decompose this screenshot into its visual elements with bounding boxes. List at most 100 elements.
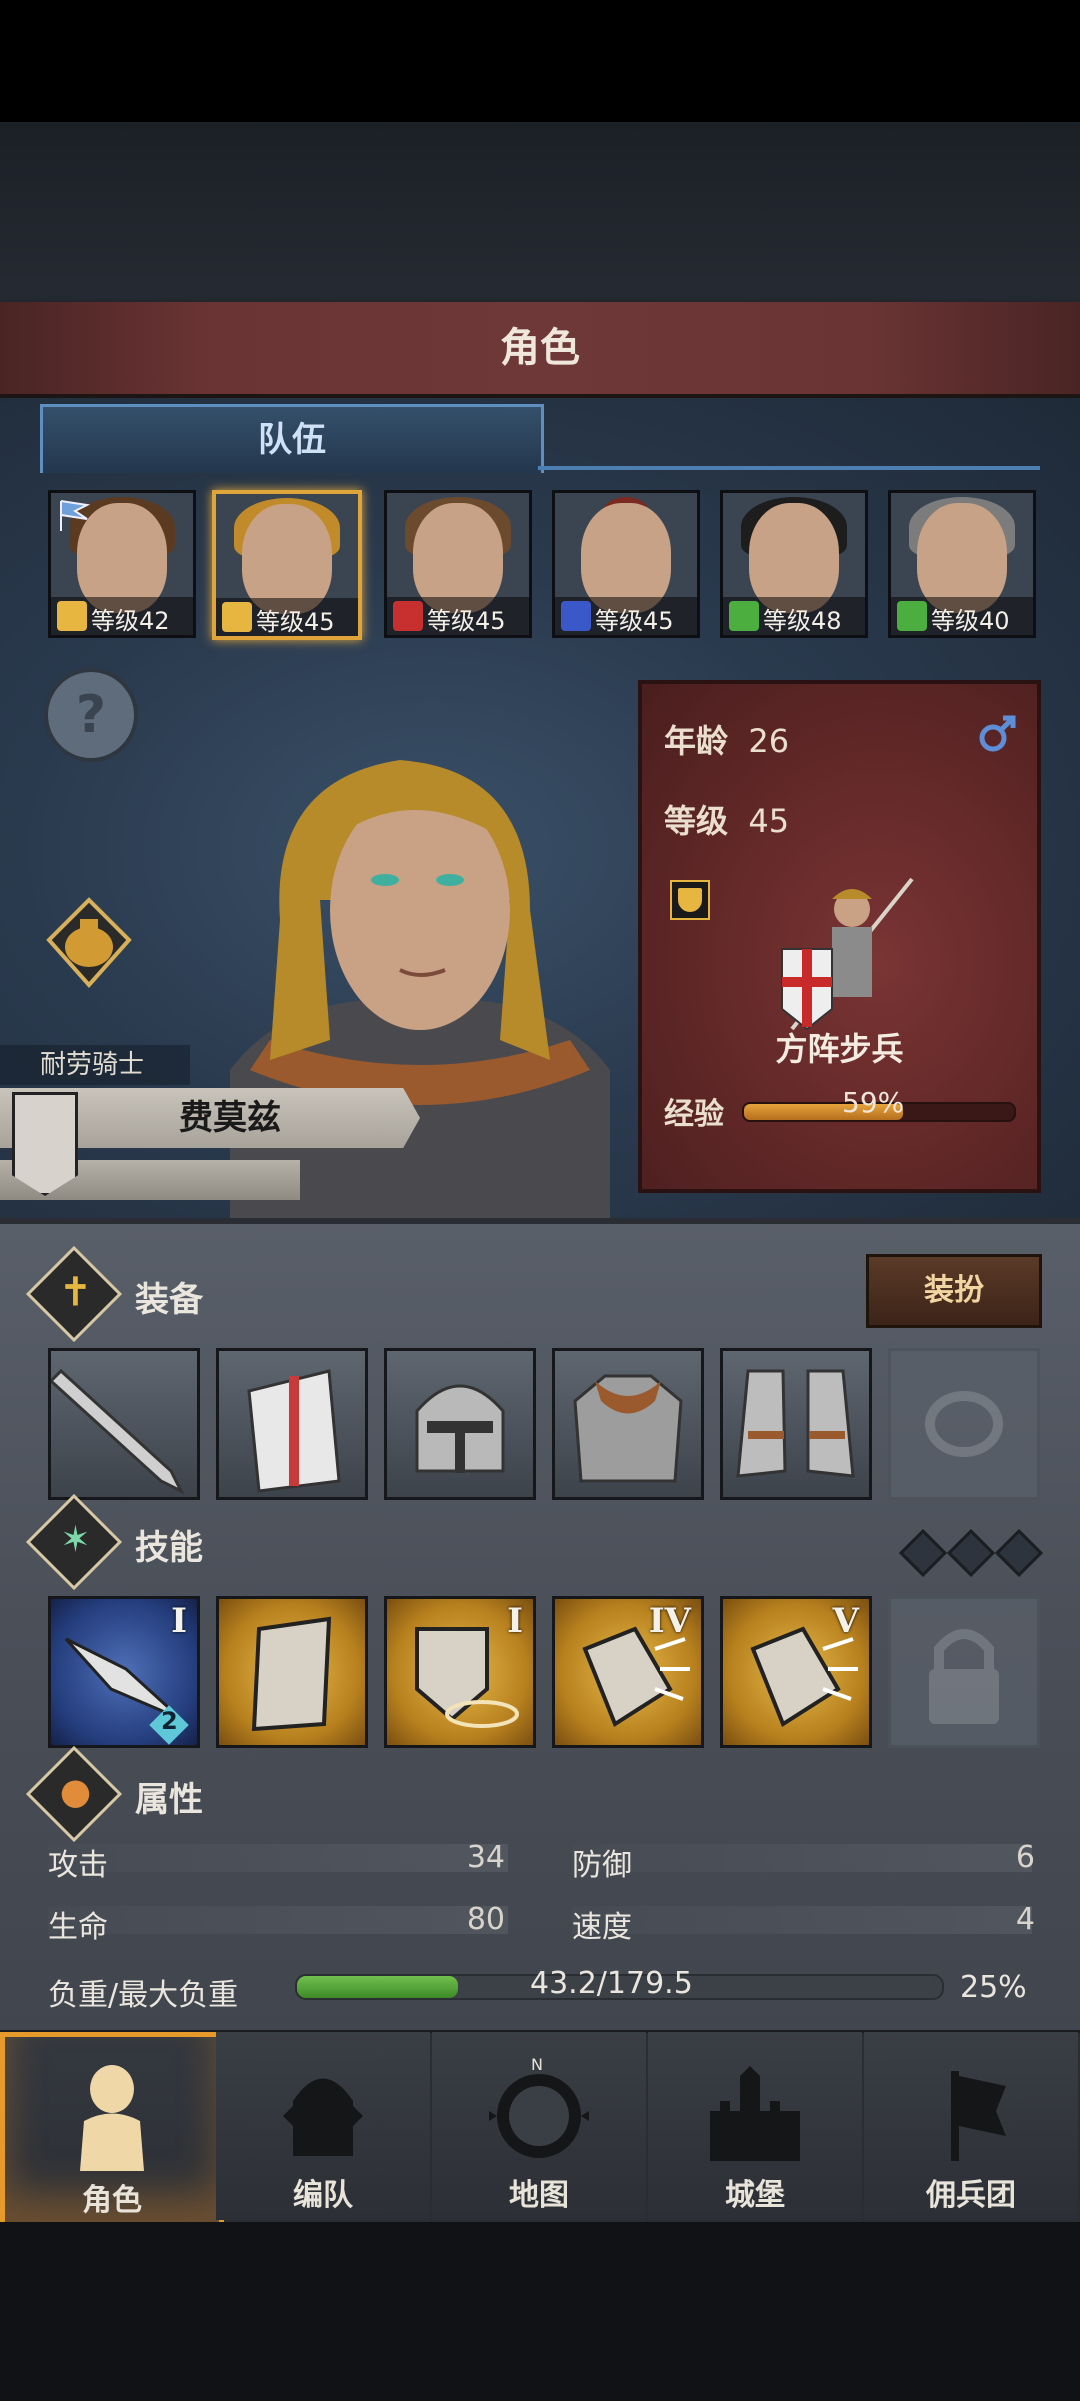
party-member-4[interactable]: 等级45 bbox=[552, 490, 700, 638]
compass-icon: N bbox=[489, 2056, 589, 2158]
skill-badge: 2 bbox=[161, 1707, 178, 1735]
party-level: 等级48 bbox=[763, 607, 842, 635]
load-value: 43.2/179.5 bbox=[530, 1966, 693, 2001]
potion-icon[interactable] bbox=[44, 895, 134, 990]
helmet-icon bbox=[415, 1384, 505, 1473]
boots-icon bbox=[736, 1369, 855, 1478]
person-icon: ● bbox=[25, 1745, 123, 1843]
nav-castle[interactable]: 城堡 bbox=[648, 2032, 862, 2220]
skill-tier: I bbox=[507, 1601, 523, 1641]
hp-label: 生命 bbox=[48, 1910, 108, 1945]
party-member-2[interactable]: 等级45 bbox=[212, 490, 362, 640]
skills-header: ✶ 技能 bbox=[25, 1493, 1040, 1591]
sword-icon bbox=[51, 1368, 185, 1495]
nav-label: 地图 bbox=[509, 2178, 569, 2213]
svg-text:N: N bbox=[531, 2056, 543, 2074]
skill-slot-3[interactable]: I bbox=[384, 1596, 536, 1748]
helmet-slot[interactable] bbox=[384, 1348, 536, 1500]
level-label: 等级 bbox=[664, 802, 729, 840]
nav-formation[interactable]: 编队 bbox=[216, 2032, 430, 2220]
info-card: 年龄 26 等级 45 方阵步兵 经验 59% bbox=[638, 680, 1041, 1193]
chainmail-icon bbox=[573, 1374, 683, 1483]
nav-label: 角色 bbox=[82, 2183, 142, 2218]
armor-slot[interactable] bbox=[552, 1348, 704, 1500]
knight-icon bbox=[80, 2065, 144, 2171]
horse-icon bbox=[393, 601, 423, 631]
defense-value: 6 bbox=[1015, 1840, 1035, 1875]
page-title: 角色 bbox=[500, 325, 580, 371]
exp-label: 经验 bbox=[664, 1097, 724, 1132]
shield-icon bbox=[247, 1369, 341, 1493]
nav-map[interactable]: N 地图 bbox=[432, 2032, 646, 2220]
skill-tier: I bbox=[171, 1601, 187, 1641]
load-label: 负重/最大负重 bbox=[48, 1978, 239, 2013]
shield-slot[interactable] bbox=[216, 1348, 368, 1500]
crossed-box-icon bbox=[897, 601, 927, 631]
load-percent: 25% bbox=[960, 1970, 1027, 2005]
title-bar: 角色 bbox=[0, 302, 1080, 398]
boots-slot[interactable] bbox=[720, 1348, 872, 1500]
attributes-title: 属性 bbox=[135, 1780, 203, 1820]
cross-icon: ✝ bbox=[25, 1245, 123, 1343]
castle-icon bbox=[710, 2066, 800, 2161]
helmet-icon bbox=[283, 2078, 363, 2156]
shield-icon bbox=[57, 601, 87, 631]
party-level: 等级45 bbox=[256, 608, 335, 636]
phalanx-soldier-icon bbox=[781, 877, 914, 1031]
party-level: 等级42 bbox=[91, 607, 170, 635]
star-icon: ✶ bbox=[25, 1493, 123, 1591]
nav-character[interactable]: 角色 bbox=[0, 2032, 224, 2230]
party-member-6[interactable]: 等级40 bbox=[888, 490, 1036, 638]
nav-label: 编队 bbox=[293, 2178, 353, 2213]
flag-icon bbox=[60, 500, 91, 531]
banner-shield-icon[interactable] bbox=[12, 1092, 78, 1196]
age-label: 年龄 bbox=[664, 722, 729, 760]
nav-label: 城堡 bbox=[725, 2178, 785, 2213]
nav-label: 佣兵团 bbox=[926, 2178, 1016, 2213]
nav-mercenary[interactable]: 佣兵团 bbox=[864, 2032, 1078, 2220]
male-icon bbox=[979, 715, 1016, 752]
skill-tier: IV bbox=[648, 1601, 691, 1641]
equipment-title: 装备 bbox=[135, 1280, 203, 1320]
sword-icon bbox=[561, 601, 591, 631]
defense-label: 防御 bbox=[572, 1848, 632, 1883]
unit-class: 方阵步兵 bbox=[775, 1030, 904, 1068]
skill-slot-5[interactable]: V bbox=[720, 1596, 872, 1748]
load-bar-fill bbox=[297, 1976, 459, 1998]
trait-label: 耐劳骑士 bbox=[0, 1045, 190, 1085]
speed-label: 速度 bbox=[572, 1910, 632, 1945]
party-member-5[interactable]: 等级48 bbox=[720, 490, 868, 638]
skills-title: 技能 bbox=[135, 1528, 203, 1568]
party-member-1[interactable]: 等级42 bbox=[48, 490, 196, 638]
party-level: 等级45 bbox=[427, 607, 506, 635]
attack-label: 攻击 bbox=[48, 1848, 108, 1883]
tab-underline bbox=[538, 466, 1040, 470]
tower-shield-icon bbox=[251, 1616, 332, 1732]
crossed-box-icon bbox=[729, 601, 759, 631]
dress-up-button[interactable]: 装扮 bbox=[866, 1254, 1042, 1328]
party-level: 等级45 bbox=[595, 607, 674, 635]
party-member-3[interactable]: 等级45 bbox=[384, 490, 532, 638]
banner-icon bbox=[951, 2071, 1006, 2161]
ring-icon bbox=[925, 1391, 1003, 1457]
party-level: 等级40 bbox=[931, 607, 1010, 635]
lock-icon bbox=[929, 1629, 999, 1724]
skill-slot-4[interactable]: IV bbox=[552, 1596, 704, 1748]
lower-panel: ✝ 装备 ✶ 技能 I 2 I IV V ● 属性 攻击 34 防御 6 生命 … bbox=[0, 1218, 1080, 2032]
skill-slot-1[interactable]: I 2 bbox=[48, 1596, 200, 1748]
skill-slot-2[interactable] bbox=[216, 1596, 368, 1748]
status-bar bbox=[0, 0, 1080, 122]
skill-slot-locked[interactable] bbox=[888, 1596, 1040, 1748]
weapon-slot[interactable] bbox=[48, 1348, 200, 1500]
attack-value: 34 bbox=[466, 1840, 505, 1875]
system-nav-area bbox=[0, 2222, 1080, 2401]
help-button[interactable]: ? bbox=[44, 668, 138, 762]
age-value: 26 bbox=[748, 722, 790, 760]
tab-team[interactable]: 队伍 bbox=[40, 404, 544, 473]
attributes-header: ● 属性 bbox=[25, 1745, 1040, 1843]
exp-percent: 59% bbox=[842, 1086, 905, 1119]
skill-tier: V bbox=[832, 1601, 859, 1641]
header-background bbox=[0, 122, 1080, 302]
ring-slot[interactable] bbox=[888, 1348, 1040, 1500]
hp-value: 80 bbox=[466, 1902, 505, 1937]
